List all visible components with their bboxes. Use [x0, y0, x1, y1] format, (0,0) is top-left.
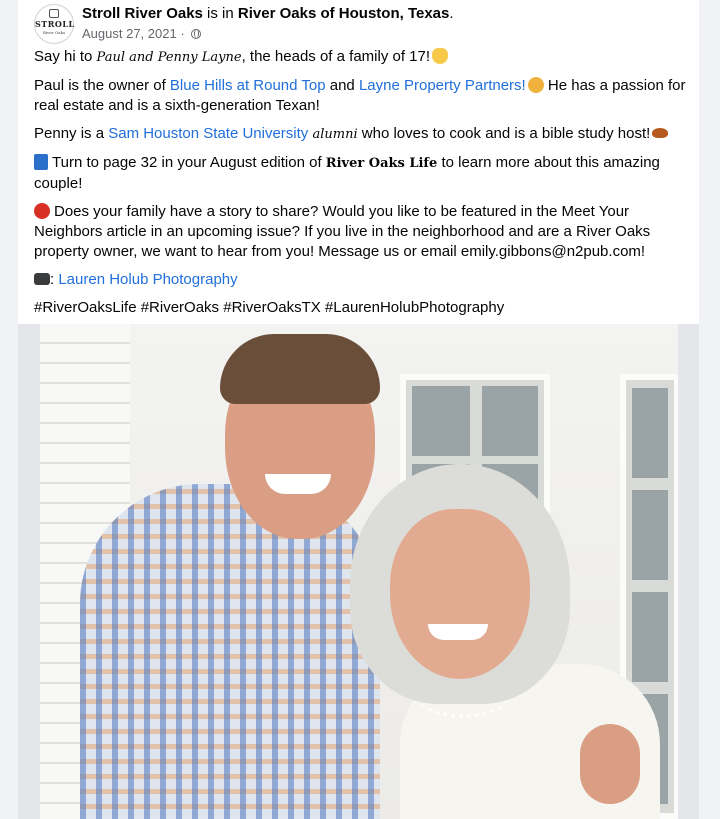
blue-hills-link[interactable]: Blue Hills at Round Top	[170, 77, 326, 94]
callout-text: Does your family have a story to share? …	[34, 203, 651, 260]
is-in-text: is in	[202, 5, 238, 22]
blue-book-icon	[34, 154, 48, 170]
post-title-line: Stroll River Oaks is in River Oaks of Ho…	[82, 4, 454, 24]
page-name-link[interactable]: Stroll River Oaks	[82, 5, 203, 22]
magazine-text-a: Turn to page 32 in your August edition o…	[52, 154, 326, 171]
stroll-logo-icon	[49, 9, 59, 18]
post-meta: August 27, 2021 ·	[82, 25, 202, 42]
post-date[interactable]: August 27, 2021	[82, 26, 177, 41]
paragraph-intro: Say hi to Paul and Penny Layne, the head…	[34, 47, 689, 68]
location-suffix: .	[449, 5, 454, 22]
post-photo-frame	[18, 324, 699, 819]
paragraph-callout: Does your family have a story to share? …	[34, 202, 689, 262]
penny-text-a: Penny is a	[34, 125, 109, 142]
photo-woman-smile	[428, 624, 488, 640]
post-photo[interactable]	[40, 324, 678, 819]
photo-window-pane	[632, 388, 668, 478]
hashtags-text[interactable]: #RiverOaksLife #RiverOaks #RiverOaksTX #…	[34, 299, 504, 316]
clapping-hands-icon	[527, 77, 544, 93]
photo-man-hair	[220, 334, 380, 404]
photo-window-pane	[632, 592, 668, 682]
photographer-link[interactable]: Lauren Holub Photography	[58, 271, 237, 288]
intro-text-b: , the heads of a family of 17!	[241, 48, 431, 65]
post-card: STROLL River Oaks Stroll River Oaks is i…	[18, 0, 699, 819]
avatar-logo-subtext: River Oaks	[42, 30, 66, 35]
photo-window-pane	[412, 386, 470, 456]
pie-icon	[652, 128, 669, 138]
paragraph-magazine: Turn to page 32 in your August edition o…	[34, 153, 689, 194]
intro-text-a: Say hi to	[34, 48, 97, 65]
waving-hand-icon	[432, 48, 449, 64]
paul-text-a: Paul is the owner of	[34, 77, 170, 94]
photo-man-hand	[580, 724, 640, 804]
date-separator: ·	[176, 26, 189, 41]
magazine-name: River Oaks Life	[325, 156, 438, 171]
paragraph-photo-credit: : Lauren Holub Photography	[34, 270, 689, 290]
avatar-logo-text: STROLL	[35, 19, 75, 29]
globe-icon[interactable]	[191, 29, 202, 39]
page-avatar[interactable]: STROLL River Oaks	[34, 4, 74, 44]
paragraph-paul: Paul is the owner of Blue Hills at Round…	[34, 76, 689, 116]
photo-woman-face	[390, 509, 530, 679]
post-header: STROLL River Oaks Stroll River Oaks is i…	[34, 4, 684, 44]
photo-man-smile	[265, 474, 331, 494]
layne-property-link[interactable]: Layne Property Partners!	[359, 77, 526, 94]
paul-text-b: and	[325, 77, 359, 94]
photo-man-shirt	[80, 484, 380, 819]
photo-window-pane	[482, 386, 538, 456]
alumni-text: alumni	[312, 127, 358, 142]
paragraph-penny: Penny is a Sam Houston State University …	[34, 124, 689, 145]
location-link[interactable]: River Oaks of Houston, Texas	[238, 5, 449, 22]
names-text: Paul and Penny Layne	[96, 50, 242, 65]
penny-text-c: who loves to cook and is a bible study h…	[357, 125, 651, 142]
rose-icon	[34, 203, 50, 219]
photo-window-pane	[632, 490, 668, 580]
shsu-link[interactable]: Sam Houston State University	[108, 125, 308, 142]
hashtags: #RiverOaksLife #RiverOaks #RiverOaksTX #…	[34, 298, 689, 318]
photo-pearl-necklace	[418, 674, 508, 718]
post-body: Say hi to Paul and Penny Layne, the head…	[34, 47, 689, 326]
camera-icon	[34, 273, 50, 285]
